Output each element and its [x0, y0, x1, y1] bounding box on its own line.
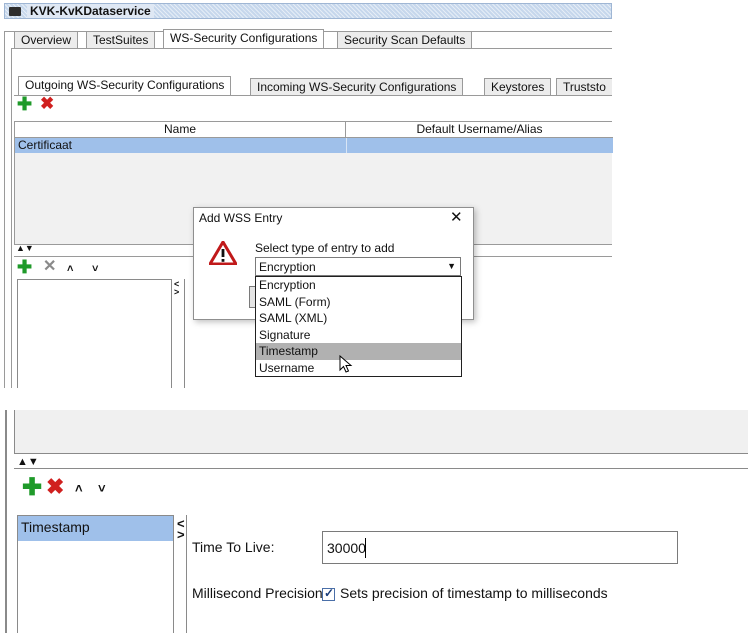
entries-list[interactable] [17, 279, 172, 388]
move-up-icon[interactable]: ˄ [67, 262, 73, 276]
text-caret [365, 538, 366, 558]
splitter-arrows-icon-2[interactable]: ▲▼ [17, 457, 39, 468]
tab-truststores[interactable]: Truststo [556, 78, 612, 95]
splitter-line-2 [14, 468, 748, 469]
tab-keystores[interactable]: Keystores [484, 78, 552, 95]
option-saml-xml[interactable]: SAML (XML) [256, 310, 461, 327]
entries-list-2[interactable]: Timestamp [17, 515, 174, 633]
mouse-cursor-icon [339, 355, 353, 373]
add-icon[interactable]: ✚ [17, 95, 32, 113]
folder-icon [9, 7, 21, 16]
splitter-arrows-icon[interactable]: ▲▼ [16, 244, 34, 253]
left-rail [4, 31, 12, 388]
entry-type-dropdown: Encryption SAML (Form) SAML (XML) Signat… [255, 276, 462, 377]
list-item-label: Timestamp [21, 519, 90, 535]
ttl-value: 30000 [327, 540, 366, 556]
option-timestamp[interactable]: Timestamp [256, 343, 461, 360]
remove-entry-icon-2[interactable]: ✖ [46, 475, 64, 499]
ms-precision-checkbox[interactable] [322, 586, 335, 602]
tab-incoming-ws-security[interactable]: Incoming WS-Security Configurations [250, 78, 464, 95]
subtab-divider [14, 95, 612, 96]
bottom-panel: ▲▼ ✚ ✖ ˄ ˅ Timestamp < > Time To Live: 30… [0, 410, 748, 633]
move-down-icon[interactable]: ˅ [92, 262, 98, 276]
window-title: KVK-KvKDataservice [27, 4, 154, 18]
warning-icon [209, 241, 237, 265]
move-down-icon-2[interactable]: ˅ [98, 482, 106, 496]
ms-precision-label: Millisecond Precision: [192, 585, 327, 601]
add-entry-icon-2[interactable]: ✚ [22, 476, 42, 500]
option-saml-form[interactable]: SAML (Form) [256, 294, 461, 311]
option-username[interactable]: Username [256, 360, 461, 377]
add-entry-icon[interactable]: ✚ [17, 258, 32, 276]
cell-divider [346, 138, 347, 153]
tab-overview[interactable]: Overview [14, 31, 79, 48]
option-encryption[interactable]: Encryption [256, 277, 461, 294]
remove-entry-icon[interactable]: ✕ [43, 259, 56, 275]
detail-divider-2 [186, 515, 187, 633]
close-icon[interactable]: ✕ [450, 208, 463, 226]
window-titlebar: KVK-KvKDataservice [4, 3, 612, 19]
dialog-prompt: Select type of entry to add [255, 241, 395, 255]
tab-security-scan-defaults[interactable]: Security Scan Defaults [337, 31, 473, 48]
left-rail-lines [5, 410, 7, 633]
entry-type-select[interactable]: Encryption ▼ [255, 257, 461, 276]
list-item[interactable]: Timestamp [18, 516, 173, 541]
ms-precision-checkbox-label[interactable]: Sets precision of timestamp to milliseco… [340, 585, 608, 601]
row-name: Certificaat [18, 138, 73, 152]
dropdown-arrow-icon[interactable]: ▼ [447, 261, 456, 271]
tab-testsuites[interactable]: TestSuites [86, 31, 156, 48]
column-header-alias[interactable]: Default Username/Alias [346, 122, 613, 138]
option-signature[interactable]: Signature [256, 327, 461, 344]
detail-divider [184, 279, 185, 388]
tab-outgoing-ws-security[interactable]: Outgoing WS-Security Configurations [18, 76, 232, 95]
ttl-label: Time To Live: [192, 539, 275, 555]
collapse-left-icon[interactable]: < > [174, 280, 179, 297]
collapse-icon[interactable]: < > [177, 517, 185, 541]
selected-value: Encryption [259, 260, 316, 274]
dialog-title: Add WSS Entry [199, 211, 283, 225]
move-up-icon-2[interactable]: ˄ [75, 482, 83, 496]
top-panel: KVK-KvKDataservice Overview TestSuites W… [0, 0, 613, 388]
remove-icon[interactable]: ✖ [40, 95, 54, 112]
table-area-bottom [14, 410, 748, 454]
tab-ws-security-configurations[interactable]: WS-Security Configurations [163, 29, 325, 48]
column-header-name[interactable]: Name [15, 122, 346, 138]
ttl-input[interactable]: 30000 [322, 531, 678, 564]
table-row[interactable]: Certificaat [15, 138, 613, 153]
